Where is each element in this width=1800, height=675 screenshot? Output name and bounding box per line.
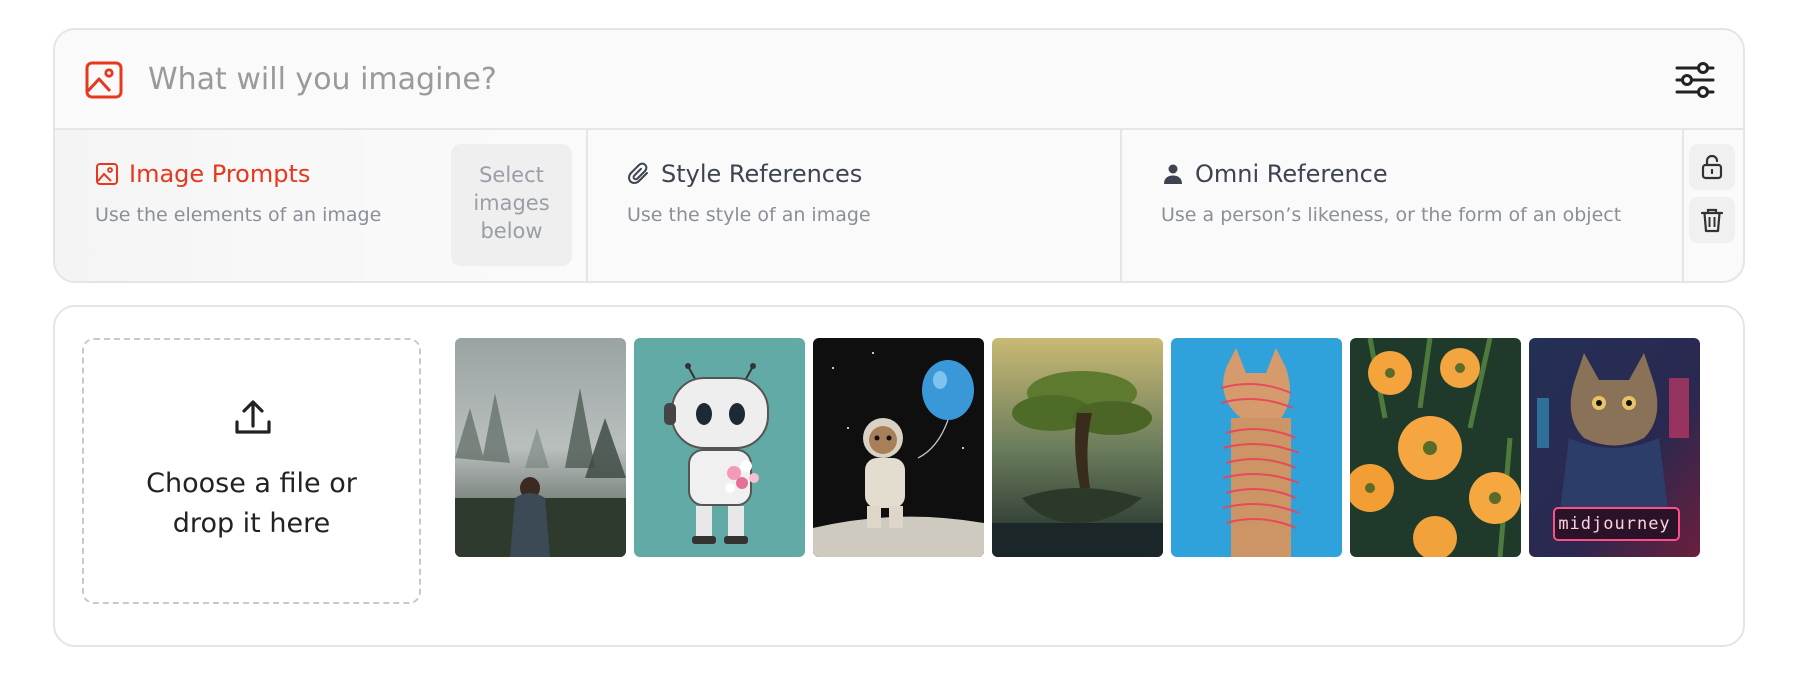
tab-label: Omni Reference bbox=[1195, 160, 1388, 188]
tab-description: Use the style of an image bbox=[627, 204, 871, 226]
tab-image-prompts-title: Image Prompts bbox=[95, 160, 310, 188]
gallery-thumbnail[interactable] bbox=[455, 338, 626, 557]
image-gallery-panel: Choose a file or drop it here midjourney bbox=[53, 305, 1745, 647]
prompt-input[interactable] bbox=[148, 56, 1548, 102]
file-dropzone[interactable]: Choose a file or drop it here bbox=[82, 338, 421, 604]
cat-threads-image bbox=[1171, 338, 1342, 557]
gallery-thumbnail[interactable] bbox=[1350, 338, 1521, 557]
delete-button[interactable] bbox=[1689, 197, 1735, 243]
tab-label: Style References bbox=[661, 160, 863, 188]
tab-image-prompts[interactable]: Image Prompts Use the elements of an ima… bbox=[55, 130, 588, 281]
trash-icon bbox=[1700, 208, 1724, 233]
upload-icon bbox=[235, 400, 271, 434]
gallery-thumbnail[interactable] bbox=[813, 338, 984, 557]
tab-description: Use a person’s likeness, or the form of … bbox=[1161, 204, 1622, 226]
robot-flowers-image bbox=[634, 338, 805, 557]
forest-woman-image bbox=[455, 338, 626, 557]
gallery-thumbnail[interactable] bbox=[992, 338, 1163, 557]
poppies-image bbox=[1350, 338, 1521, 557]
astronaut-cat-image bbox=[813, 338, 984, 557]
unlock-button[interactable] bbox=[1689, 144, 1735, 190]
person-icon bbox=[1164, 164, 1182, 184]
image-icon bbox=[96, 163, 118, 185]
dropzone-text: Choose a file or drop it here bbox=[146, 468, 357, 539]
unlock-icon bbox=[1701, 154, 1723, 180]
reference-tabs: Image Prompts Use the elements of an ima… bbox=[55, 130, 1743, 281]
gallery-thumbnail[interactable] bbox=[1171, 338, 1342, 557]
sliders-icon[interactable] bbox=[1675, 60, 1715, 100]
tab-style-references[interactable]: Style References Use the style of an ima… bbox=[588, 130, 1122, 281]
tree-island-image bbox=[992, 338, 1163, 557]
tab-omni-reference-title: Omni Reference bbox=[1161, 160, 1388, 188]
gallery-thumbnail[interactable] bbox=[634, 338, 805, 557]
reference-actions bbox=[1681, 130, 1743, 281]
prompt-bar bbox=[55, 30, 1743, 130]
tab-description: Use the elements of an image bbox=[95, 204, 382, 226]
paperclip-icon bbox=[628, 162, 648, 184]
tab-style-references-title: Style References bbox=[627, 160, 862, 188]
image-icon bbox=[85, 61, 123, 99]
thumbnail-caption: midjourney bbox=[1558, 514, 1671, 534]
tab-label: Image Prompts bbox=[129, 160, 311, 188]
select-images-hint: Select images below bbox=[451, 144, 572, 266]
tab-omni-reference[interactable]: Omni Reference Use a person’s likeness, … bbox=[1122, 130, 1684, 281]
gallery-thumbnail[interactable]: midjourney bbox=[1529, 338, 1700, 557]
prompt-panel: Image Prompts Use the elements of an ima… bbox=[53, 28, 1745, 283]
